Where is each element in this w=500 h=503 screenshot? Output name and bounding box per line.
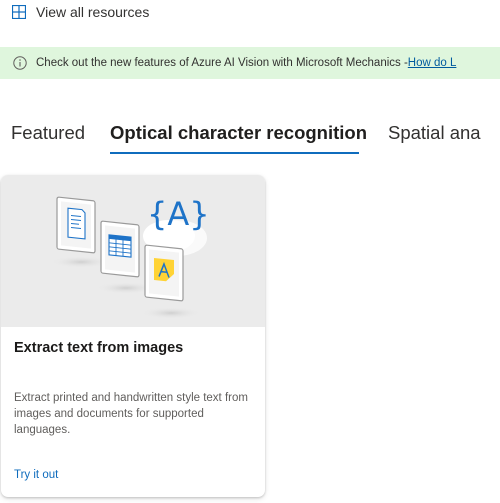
card-description: Extract printed and handwritten style te… (14, 392, 248, 436)
braces-a-glyph: {A} (147, 195, 210, 233)
tab-spatial-analysis[interactable]: Spatial ana (388, 122, 481, 144)
try-it-out-link[interactable]: Try it out (14, 469, 58, 481)
view-all-resources-link[interactable]: View all resources (12, 3, 149, 21)
banner-link[interactable]: How do L (408, 57, 457, 69)
selected-tab-indicator (110, 152, 359, 154)
banner-text: Check out the new features of Azure AI V… (36, 57, 408, 69)
info-icon (13, 56, 27, 70)
tab-optical-character-recognition[interactable]: Optical character recognition (110, 122, 367, 144)
view-all-resources-label: View all resources (36, 4, 150, 20)
category-tabs: Featured Optical character recognition S… (0, 118, 500, 160)
info-banner: Check out the new features of Azure AI V… (0, 47, 500, 79)
ocr-illustration: {A} (1, 175, 265, 327)
ocr-feature-card[interactable]: {A} Extract text from images Extract pri… (1, 175, 265, 497)
tab-featured[interactable]: Featured (11, 122, 85, 144)
card-title: Extract text from images (14, 340, 184, 356)
grid-icon (12, 5, 26, 19)
